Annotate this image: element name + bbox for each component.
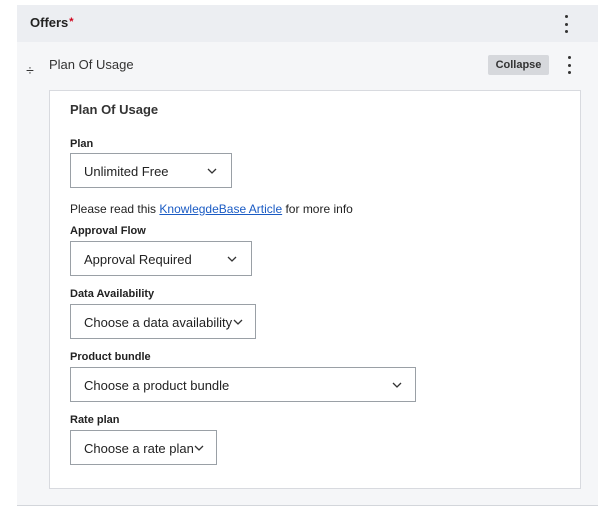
knowledgebase-link[interactable]: KnowlegdeBase Article [159,202,282,216]
rate-plan-label: Rate plan [70,414,120,426]
data-availability-select[interactable]: Choose a data availability [70,304,256,339]
plan-label: Plan [70,138,94,150]
offers-header: Offers* [17,5,598,42]
plan-of-usage-card: Plan Of Usage Plan Unlimited Free Please… [49,90,581,489]
chevron-down-icon [227,255,237,263]
approval-flow-select[interactable]: Approval Required [70,241,252,276]
rate-plan-select[interactable]: Choose a rate plan [70,430,217,465]
info-prefix: Please read this [70,202,160,216]
product-bundle-select-value: Choose a product bundle [84,378,230,393]
product-bundle-select[interactable]: Choose a product bundle [70,367,416,402]
plan-select[interactable]: Unlimited Free [70,153,232,188]
product-bundle-label: Product bundle [70,351,151,363]
required-indicator: * [69,16,74,28]
offers-title: Offers* [30,15,74,30]
offers-menu-icon[interactable] [560,15,572,33]
card-title: Plan Of Usage [70,102,159,117]
info-text: Please read this KnowlegdeBase Article f… [70,202,353,216]
chevron-down-icon [392,381,402,389]
data-availability-label: Data Availability [70,288,155,300]
drag-handle-icon[interactable]: ÷ [23,62,37,78]
chevron-down-icon [233,318,243,326]
rate-plan-select-value: Choose a rate plan [84,441,194,456]
item-menu-icon[interactable] [563,56,575,74]
approval-flow-select-value: Approval Required [84,252,192,267]
offers-title-text: Offers [30,15,69,30]
approval-flow-label: Approval Flow [70,225,146,237]
info-suffix: for more info [282,202,353,216]
plan-select-value: Unlimited Free [84,164,169,179]
chevron-down-icon [207,167,217,175]
chevron-down-icon [194,444,204,452]
offers-panel: Offers* ÷ Plan Of Usage Collapse Plan Of… [17,5,598,506]
collapse-button[interactable]: Collapse [488,55,549,75]
data-availability-select-value: Choose a data availability [84,315,233,330]
item-header-label: Plan Of Usage [49,57,134,72]
